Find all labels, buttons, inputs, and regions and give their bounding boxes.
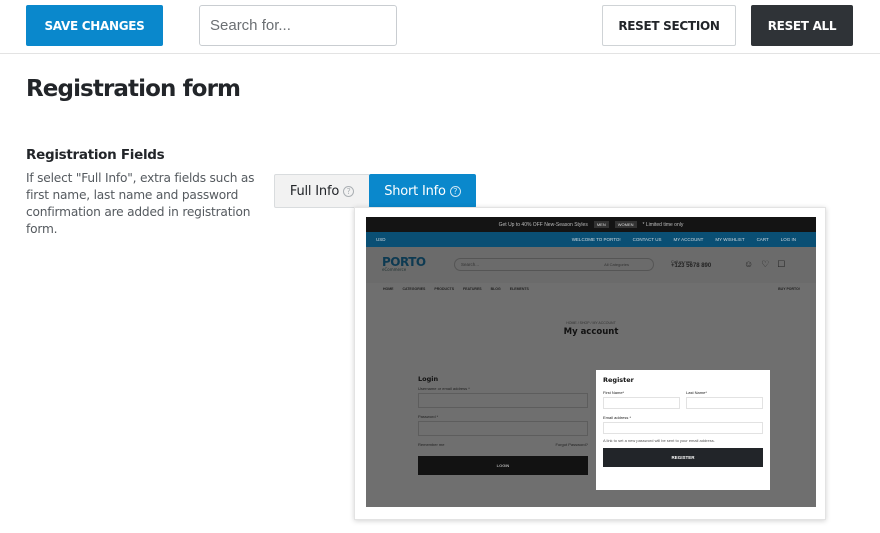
preview-remember: Remember me — [418, 442, 445, 447]
preview-username-field — [418, 393, 588, 408]
preview-first-name-field — [603, 397, 680, 409]
preview-login-button: LOGIN — [418, 456, 588, 475]
preview-logo: PORTO eCommerce — [382, 255, 426, 272]
preview-register-button: REGISTER — [603, 448, 763, 467]
cart-icon: ☐ — [777, 259, 786, 269]
search-input[interactable] — [199, 5, 397, 46]
preview-last-name-label: Last Name* — [686, 390, 707, 395]
user-icon: ☺ — [744, 259, 754, 269]
preview-phone: Call us now +123 5678 890 — [671, 259, 711, 269]
preview-register-heading: Register — [603, 376, 634, 384]
preview-phone-number: +123 5678 890 — [671, 263, 712, 269]
option-full-info-label: Full Info — [289, 183, 340, 199]
options-toolbar: SAVE CHANGES RESET SECTION RESET ALL — [0, 0, 880, 54]
preview-promo-text: Get Up to 40% OFF New-Season Styles — [498, 221, 588, 228]
preview-top-link: CART — [756, 237, 769, 242]
help-icon[interactable]: ? — [449, 185, 461, 197]
help-icon[interactable]: ? — [343, 185, 355, 197]
preview-top-link: LOG IN — [780, 237, 796, 242]
preview-register-note: A link to set a new password will be sen… — [603, 438, 715, 443]
preview-login-options: Remember me Forgot Password? — [418, 442, 588, 447]
preview-forgot: Forgot Password? — [555, 442, 588, 447]
preview-search-placeholder: Search... — [461, 262, 480, 267]
option-short-info-label: Short Info — [384, 183, 446, 199]
option-short-info[interactable]: Short Info ? — [369, 174, 476, 208]
preview-top-link: WELCOME TO PORTO! — [571, 237, 621, 242]
preview-last-name-field — [686, 397, 763, 409]
preview-nav-item: CATEGORIES — [402, 287, 426, 291]
preview-username-label: Username or email address * — [418, 386, 470, 391]
preview-nav-item: BLOG — [490, 287, 501, 291]
reset-section-button[interactable]: RESET SECTION — [602, 5, 736, 46]
preview-nav-item: FEATURES — [463, 287, 482, 291]
page-title: Registration form — [26, 76, 241, 102]
preview-password-field — [418, 421, 588, 436]
heart-icon: ♡ — [761, 259, 770, 269]
reset-all-button[interactable]: RESET ALL — [751, 5, 853, 46]
preview-nav-item: PRODUCTS — [434, 287, 455, 291]
preview-promo-tag: MEN — [593, 221, 609, 228]
save-changes-button[interactable]: SAVE CHANGES — [26, 5, 163, 46]
option-full-info[interactable]: Full Info ? — [274, 174, 370, 208]
preview-password-label: Password * — [418, 414, 439, 419]
preview-image: Get Up to 40% OFF New-Season Styles MEN … — [366, 217, 816, 507]
field-description: If select "Full Info", extra fields such… — [26, 171, 255, 236]
preview-nav-right: BUY PORTO! — [778, 287, 800, 291]
preview-top-link: MY WISHLIST — [715, 237, 745, 242]
field-label: Registration Fields — [26, 147, 165, 163]
preview-top-link: MY ACCOUNT — [673, 237, 704, 242]
preview-nav-item: HOME — [383, 287, 394, 291]
preview-search: Search... All Categories — [454, 258, 654, 271]
preview-register-form: Register First Name* Last Name* Email ad… — [596, 370, 770, 490]
preview-page-title: My account — [563, 327, 619, 337]
preview-first-name-label: First Name* — [603, 390, 625, 395]
preview-currency: USD — [376, 237, 386, 242]
preview-nav-item: ELEMENTS — [509, 287, 529, 291]
preview-email-label: Email address * — [603, 415, 632, 420]
preview-header-icons: ☺ ♡ ☐ — [744, 259, 785, 270]
preview-top-bar: USD WELCOME TO PORTO! CONTACT US MY ACCO… — [366, 232, 816, 247]
preview-breadcrumb: HOME / SHOP / MY ACCOUNT — [566, 321, 616, 325]
preview-email-field — [603, 422, 763, 434]
preview-promo-tag: WOMEN — [614, 221, 637, 228]
option-preview-tooltip: Get Up to 40% OFF New-Season Styles MEN … — [354, 207, 826, 520]
preview-search-category: All Categories — [604, 262, 629, 267]
preview-login-heading: Login — [418, 375, 439, 383]
preview-top-link: CONTACT US — [632, 237, 662, 242]
preview-promo-note: * Limited time only — [642, 221, 684, 228]
preview-login-form: Login Username or email address * Passwo… — [418, 375, 588, 475]
preview-promo-bar: Get Up to 40% OFF New-Season Styles MEN … — [366, 217, 816, 232]
preview-nav: HOME CATEGORIES PRODUCTS FEATURES BLOG E… — [383, 287, 529, 291]
